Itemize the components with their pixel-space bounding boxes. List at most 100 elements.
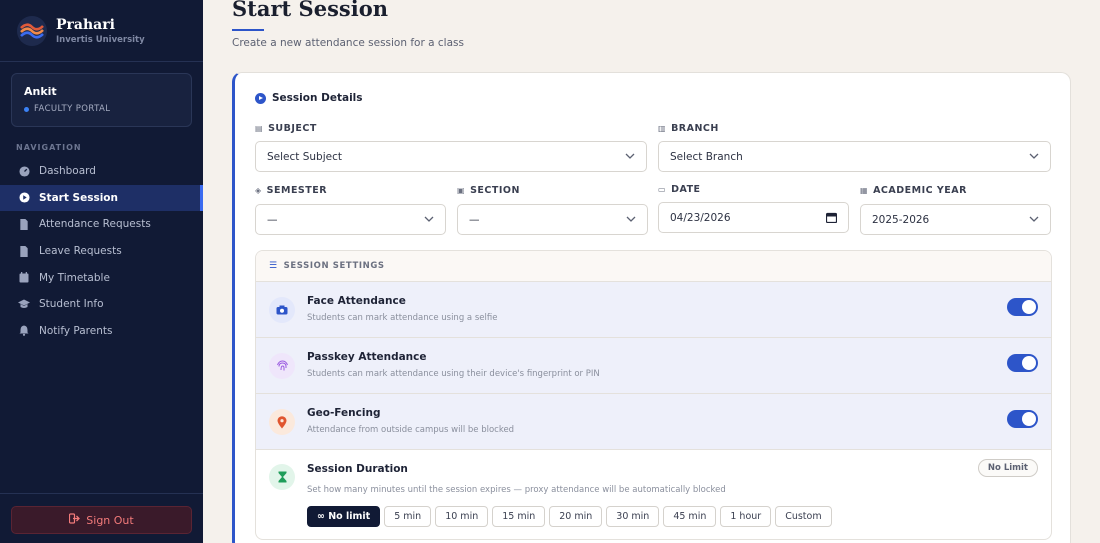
duration-option-45-min[interactable]: 45 min (663, 506, 717, 527)
sidebar-item-label: My Timetable (39, 271, 110, 284)
academic-year-select[interactable]: 2025-2026 (860, 204, 1051, 235)
date-label-text: DATE (671, 184, 701, 195)
semester-label: ◈ SEMESTER (255, 185, 327, 196)
play-circle-icon (255, 92, 266, 104)
sidebar-item-label: Student Info (39, 298, 104, 311)
user-role-label: FACULTY PORTAL (34, 104, 111, 114)
section-label-text: SECTION (470, 185, 520, 196)
hourglass-icon (269, 464, 295, 490)
subject-label: ▤ SUBJECT (255, 123, 317, 134)
session-settings-heading: ☰ SESSION SETTINGS (256, 251, 1051, 282)
geo-fencing-desc: Attendance from outside campus will be b… (307, 425, 515, 435)
session-duration-title: Session Duration (307, 463, 408, 475)
academic-year-label-text: ACADEMIC YEAR (873, 185, 967, 196)
subject-select[interactable]: Select Subject (255, 141, 647, 172)
session-duration-row: Session Duration Set how many minutes un… (256, 450, 1051, 539)
face-attendance-row: Face Attendance Students can mark attend… (256, 282, 1051, 338)
sidebar-item-notify-parents[interactable]: Notify Parents (0, 318, 203, 345)
sidebar-nav: Dashboard Start Session Attendance Reque… (0, 158, 203, 344)
duration-option-10-min[interactable]: 10 min (435, 506, 489, 527)
face-attendance-toggle[interactable] (1007, 298, 1038, 316)
sidebar-item-dashboard[interactable]: Dashboard (0, 158, 203, 185)
dashboard-icon (18, 165, 30, 177)
prahari-logo-icon (17, 16, 47, 46)
date-input-value: 04/23/2026 (670, 211, 731, 224)
logout-icon (69, 513, 81, 527)
grid-icon: ▣ (457, 186, 466, 195)
duration-option-15-min[interactable]: 15 min (492, 506, 546, 527)
duration-option-no-limit[interactable]: ∞ No limit (307, 506, 381, 527)
sidebar-item-student-info[interactable]: Student Info (0, 291, 203, 318)
semester-select[interactable]: — (255, 204, 446, 235)
duration-option-20-min[interactable]: 20 min (549, 506, 603, 527)
duration-options: ∞ No limit 5 min 10 min 15 min 20 min 30… (307, 506, 836, 527)
passkey-attendance-row: Passkey Attendance Students can mark att… (256, 338, 1051, 394)
building-icon: ▥ (658, 124, 667, 133)
date-label: ▭ DATE (658, 184, 701, 195)
sidebar-item-label: Start Session (39, 191, 118, 204)
nav-label: NAVIGATION (16, 143, 82, 152)
passkey-attendance-toggle[interactable] (1007, 354, 1038, 372)
section-label: ▣ SECTION (457, 185, 520, 196)
sidebar-item-start-session[interactable]: Start Session (0, 184, 203, 212)
face-attendance-title: Face Attendance (307, 295, 406, 307)
brand[interactable]: Prahari Invertis University (17, 16, 145, 46)
semester-select-value: — (267, 213, 278, 226)
calendar-icon: ▭ (658, 185, 667, 194)
calendar-picker-icon[interactable] (826, 212, 837, 223)
passkey-attendance-desc: Students can mark attendance using their… (307, 369, 600, 379)
subject-label-text: SUBJECT (268, 123, 317, 134)
sign-out-button[interactable]: Sign Out (11, 506, 192, 534)
branch-label-text: BRANCH (671, 123, 719, 134)
section-select-value: — (469, 213, 480, 226)
sidebar-item-leave-requests[interactable]: Leave Requests (0, 238, 203, 265)
sidebar-item-my-timetable[interactable]: My Timetable (0, 264, 203, 291)
branch-select-value: Select Branch (670, 150, 743, 163)
table-icon: ▦ (860, 186, 869, 195)
sidebar-item-attendance-requests[interactable]: Attendance Requests (0, 211, 203, 238)
branch-select[interactable]: Select Branch (658, 141, 1051, 172)
camera-icon (269, 297, 295, 323)
chevron-down-icon (625, 153, 635, 159)
chevron-down-icon (424, 216, 434, 222)
bell-icon (18, 325, 30, 337)
brand-name: Prahari (56, 17, 115, 33)
fingerprint-icon (269, 353, 295, 379)
document-icon (18, 218, 30, 230)
calendar-icon (18, 272, 30, 284)
subject-select-value: Select Subject (267, 150, 342, 163)
duration-option-5-min[interactable]: 5 min (384, 506, 432, 527)
duration-option-custom[interactable]: Custom (775, 506, 832, 527)
session-settings-title: SESSION SETTINGS (283, 261, 385, 271)
duration-option-30-min[interactable]: 30 min (606, 506, 660, 527)
semester-label-text: SEMESTER (266, 185, 328, 196)
geo-fencing-toggle[interactable] (1007, 410, 1038, 428)
sidebar-item-label: Attendance Requests (39, 218, 151, 231)
session-details-card: Session Details ▤ SUBJECT Select Subject… (232, 72, 1071, 543)
session-duration-desc: Set how many minutes until the session e… (307, 485, 726, 495)
document-icon (18, 245, 30, 257)
duration-badge: No Limit (977, 459, 1038, 477)
date-input[interactable]: 04/23/2026 (658, 202, 849, 233)
sidebar-item-label: Leave Requests (39, 245, 122, 258)
session-details-title: Session Details (272, 92, 363, 104)
graduation-cap-icon (18, 298, 30, 310)
sidebar-item-label: Notify Parents (39, 324, 113, 337)
play-icon (18, 192, 30, 204)
chevron-down-icon (626, 216, 636, 222)
user-card: Ankit FACULTY PORTAL (11, 73, 192, 127)
sidebar-divider (0, 61, 203, 62)
sidebar-item-label: Dashboard (39, 165, 96, 178)
session-settings-panel: ☰ SESSION SETTINGS Face Attendance Stude… (255, 250, 1052, 540)
face-attendance-desc: Students can mark attendance using a sel… (307, 313, 498, 323)
geo-fencing-row: Geo-Fencing Attendance from outside camp… (256, 394, 1051, 450)
layers-icon: ◈ (255, 186, 262, 195)
title-underline (232, 29, 264, 31)
user-name: Ankit (24, 85, 57, 98)
session-details-heading: Session Details (255, 92, 363, 104)
duration-option-1-hour[interactable]: 1 hour (720, 506, 772, 527)
status-dot (24, 106, 29, 112)
section-select[interactable]: — (457, 204, 648, 235)
book-icon: ▤ (255, 124, 264, 133)
academic-year-select-value: 2025-2026 (872, 213, 930, 226)
